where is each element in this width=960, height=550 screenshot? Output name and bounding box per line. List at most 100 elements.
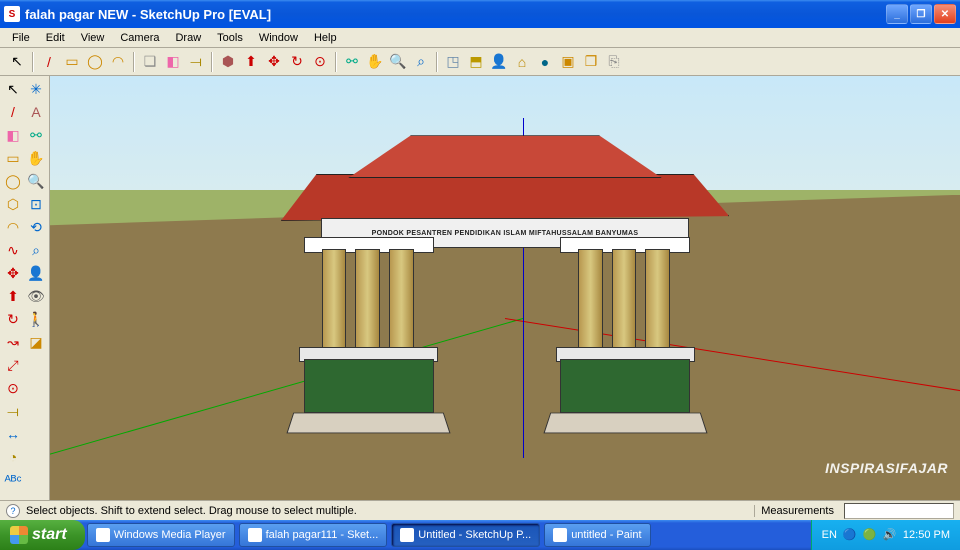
axes-icon[interactable]: ✳ (25, 78, 47, 100)
language-indicator[interactable]: EN (822, 529, 837, 541)
model-roof (281, 135, 729, 220)
start-label: start (32, 526, 67, 544)
taskbar-item[interactable]: untitled - Paint (544, 523, 650, 547)
maximize-button[interactable]: ❐ (910, 4, 932, 24)
menu-draw[interactable]: Draw (167, 30, 209, 46)
zoom-window-icon[interactable]: ⊡ (25, 193, 47, 215)
menu-help[interactable]: Help (306, 30, 345, 46)
arc-icon[interactable]: ◠ (107, 51, 129, 73)
polygon-icon[interactable]: ⬡ (2, 193, 24, 215)
eraser-icon[interactable]: ◧ (2, 124, 24, 146)
pushpull-icon[interactable]: ⬆ (240, 51, 262, 73)
viewport-3d[interactable]: PONDOK PESANTREN PENDIDIKAN ISLAM MIFTAH… (50, 76, 960, 500)
taskbar-item-label: Windows Media Player (114, 529, 226, 541)
rotate-icon[interactable]: ↻ (286, 51, 308, 73)
scale-icon[interactable]: ⤢ (2, 354, 24, 376)
model-pillar-left (313, 245, 425, 440)
paint-icon[interactable]: ⬢ (217, 51, 239, 73)
taskbar-item[interactable]: Untitled - SketchUp P... (391, 523, 540, 547)
system-tray[interactable]: EN 🔵 🟢 🔊 12:50 PM (811, 520, 960, 550)
orbit-icon[interactable]: ⚯ (341, 51, 363, 73)
zoom-extents-icon[interactable]: ⌕ (25, 239, 47, 261)
status-hint: Select objects. Shift to extend select. … (26, 505, 754, 517)
clock[interactable]: 12:50 PM (903, 529, 950, 541)
tape-icon[interactable]: ⟞ (185, 51, 207, 73)
status-bar: ? Select objects. Shift to extend select… (0, 500, 960, 520)
zoom-icon[interactable]: 🔍 (25, 170, 47, 192)
previous-icon[interactable]: ⟲ (25, 216, 47, 238)
menu-bar: FileEditViewCameraDrawToolsWindowHelp (0, 28, 960, 48)
eraser-icon[interactable]: ◧ (162, 51, 184, 73)
zoom-icon[interactable]: 🔍 (387, 51, 409, 73)
help-hint-icon[interactable]: ? (6, 504, 20, 518)
taskbar-item-label: Untitled - SketchUp P... (418, 529, 531, 541)
start-button[interactable]: start (0, 520, 85, 550)
building-icon[interactable]: ⌂ (511, 51, 533, 73)
pan-icon[interactable]: ✋ (364, 51, 386, 73)
toolbar-top: ↖ /▭◯◠ ❏◧⟞ ⬢⬆✥↻⊙ ⚯✋🔍⌕ ◳⬒👤⌂●▣❐⎘ (0, 48, 960, 76)
make-component-icon[interactable]: ❏ (139, 51, 161, 73)
text-icon[interactable]: ᴬᴮᶜ (2, 469, 24, 491)
minimize-button[interactable]: _ (886, 4, 908, 24)
pushpull-icon[interactable]: ⬆ (2, 285, 24, 307)
followme-icon[interactable]: ↝ (2, 331, 24, 353)
model-pillar-right (569, 245, 681, 440)
look-around-icon[interactable]: 👁 (25, 285, 47, 307)
taskbar-item-label: untitled - Paint (571, 529, 641, 541)
orbit-icon[interactable]: ⚯ (25, 124, 47, 146)
menu-camera[interactable]: Camera (112, 30, 167, 46)
toolbar-separator (335, 52, 337, 72)
pan-icon[interactable]: ✋ (25, 147, 47, 169)
rectangle-icon[interactable]: ▭ (2, 147, 24, 169)
add-location-icon[interactable]: ◳ (442, 51, 464, 73)
arc-icon[interactable]: ◠ (2, 216, 24, 238)
dimension-icon[interactable]: ↔ (2, 423, 24, 445)
get-models-icon[interactable]: ⬒ (465, 51, 487, 73)
windows-logo-icon (10, 526, 28, 544)
windows-taskbar: start Windows Media Player falah pagar111… (0, 520, 960, 550)
earth-icon[interactable]: ● (534, 51, 556, 73)
photo-icon[interactable]: ▣ (557, 51, 579, 73)
section-icon[interactable]: ◪ (25, 331, 47, 353)
line-icon[interactable]: / (2, 101, 24, 123)
zoom-extents-icon[interactable]: ⌕ (410, 51, 432, 73)
menu-view[interactable]: View (73, 30, 113, 46)
line-icon[interactable]: / (38, 51, 60, 73)
tape-icon[interactable]: ⟞ (2, 400, 24, 422)
rotate-icon[interactable]: ↻ (2, 308, 24, 330)
walk-icon[interactable]: 🚶 (25, 308, 47, 330)
model-gateway[interactable]: PONDOK PESANTREN PENDIDIKAN ISLAM MIFTAH… (305, 135, 705, 440)
offset-icon[interactable]: ⊙ (2, 377, 24, 399)
measurements-input[interactable] (844, 503, 954, 519)
freehand-icon[interactable]: ∿ (2, 239, 24, 261)
toolbar-separator (32, 52, 34, 72)
menu-window[interactable]: Window (251, 30, 306, 46)
taskbar-item[interactable]: Windows Media Player (87, 523, 235, 547)
3dtext-icon[interactable]: A (25, 101, 47, 123)
window-title: falah pagar NEW - SketchUp Pro [EVAL] (25, 7, 886, 22)
move-icon[interactable]: ✥ (2, 262, 24, 284)
rectangle-icon[interactable]: ▭ (61, 51, 83, 73)
toolbar-separator (211, 52, 213, 72)
menu-file[interactable]: File (4, 30, 38, 46)
taskbar-item-label: falah pagar111 - Sket... (266, 529, 379, 541)
export-icon[interactable]: ⎘ (603, 51, 625, 73)
move-icon[interactable]: ✥ (263, 51, 285, 73)
menu-tools[interactable]: Tools (209, 30, 251, 46)
watermark-text: INSPIRASIFAJAR (825, 460, 948, 476)
app-icon: S (4, 6, 20, 22)
select-icon[interactable]: ↖ (2, 78, 24, 100)
position-camera-icon[interactable]: 👤 (25, 262, 47, 284)
person-icon[interactable]: 👤 (488, 51, 510, 73)
toolbar-separator (133, 52, 135, 72)
taskbar-item[interactable]: falah pagar111 - Sket... (239, 523, 388, 547)
layers-icon[interactable]: ❐ (580, 51, 602, 73)
offset-icon[interactable]: ⊙ (309, 51, 331, 73)
menu-edit[interactable]: Edit (38, 30, 73, 46)
toolbar-side: ↖/◧▭◯⬡◠∿✥⬆↻↝⤢⊙⟞↔◔ᴬᴮᶜ ✳A⚯✋🔍⊡⟲⌕👤👁🚶◪ (0, 76, 50, 500)
select-arrow-icon[interactable]: ↖ (6, 51, 28, 73)
close-button[interactable]: ✕ (934, 4, 956, 24)
circle-icon[interactable]: ◯ (2, 170, 24, 192)
circle-icon[interactable]: ◯ (84, 51, 106, 73)
protractor-icon[interactable]: ◔ (2, 446, 24, 468)
